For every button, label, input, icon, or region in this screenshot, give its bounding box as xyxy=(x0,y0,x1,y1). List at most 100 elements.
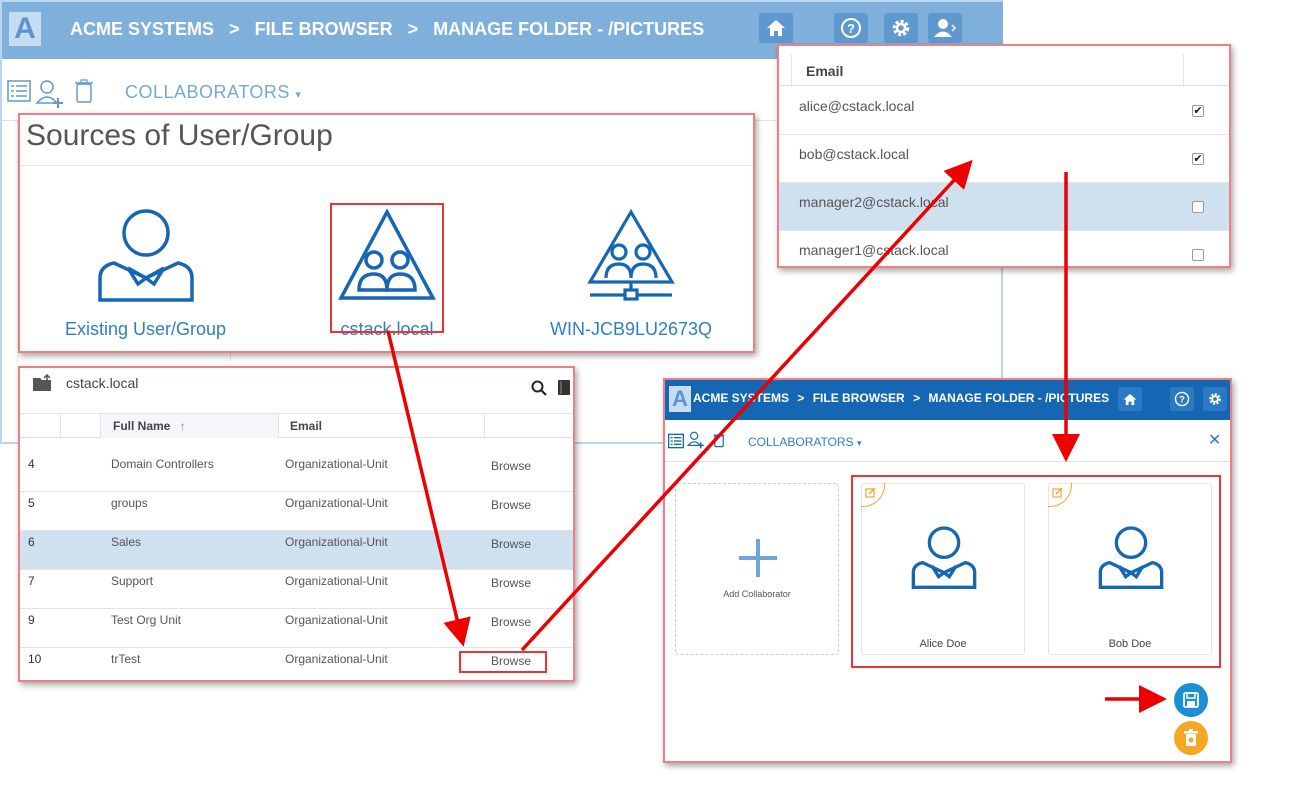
user-icon xyxy=(97,209,194,302)
table-header: Email xyxy=(779,54,1229,86)
row-type: Organizational-Unit xyxy=(285,535,388,549)
add-collaborator-card[interactable]: Add Collaborator xyxy=(675,483,839,655)
browse-link[interactable]: Browse xyxy=(491,459,531,473)
email-column-cell xyxy=(791,54,1184,86)
list-icon[interactable] xyxy=(668,433,684,449)
row-number: 7 xyxy=(28,574,35,588)
row-checkbox[interactable]: ✔ xyxy=(1192,153,1204,165)
breadcrumb-home[interactable]: ACME SYSTEMS xyxy=(693,391,789,405)
plus-icon xyxy=(739,539,777,577)
add-user-icon[interactable] xyxy=(35,79,65,109)
collaborators-dropdown[interactable]: COLLABORATORS ▾ xyxy=(748,435,861,449)
help-button[interactable]: ? xyxy=(834,13,868,43)
column-header-full-name[interactable]: Full Name ↑ xyxy=(113,414,186,438)
app-header: A ACME SYSTEMS > FILE BROWSER > MANAGE F… xyxy=(665,380,1230,420)
row-number: 6 xyxy=(28,535,35,549)
divider xyxy=(100,414,101,438)
gear-icon xyxy=(892,19,910,37)
email-panel: Email alice@cstack.local ✔ bob@cstack.lo… xyxy=(777,44,1231,268)
directory-header: cstack.local xyxy=(20,368,573,414)
row-number: 5 xyxy=(28,496,35,510)
user-profile-icon xyxy=(934,19,957,37)
divider xyxy=(278,414,279,438)
email-value: manager1@cstack.local xyxy=(799,242,949,258)
table-row[interactable]: 4 Domain Controllers Organizational-Unit… xyxy=(20,453,573,492)
column-header-email[interactable]: Email xyxy=(290,414,322,438)
collaborators-dropdown[interactable]: COLLABORATORS ▾ xyxy=(125,82,301,103)
breadcrumb-file-browser[interactable]: FILE BROWSER xyxy=(255,19,393,39)
profile-button[interactable] xyxy=(928,13,962,43)
row-name: Domain Controllers xyxy=(111,457,214,471)
divider xyxy=(484,414,485,438)
help-button[interactable]: ? xyxy=(1170,387,1194,411)
email-row[interactable]: manager1@cstack.local xyxy=(779,231,1229,279)
help-icon: ? xyxy=(841,18,861,38)
trash-icon xyxy=(1184,729,1198,746)
breadcrumb: ACME SYSTEMS > FILE BROWSER > MANAGE FOL… xyxy=(70,19,714,40)
row-name: Support xyxy=(111,574,154,588)
email-row[interactable]: manager2@cstack.local xyxy=(779,183,1229,231)
browse-link[interactable]: Browse xyxy=(491,498,531,512)
search-icon[interactable] xyxy=(531,380,547,396)
save-icon xyxy=(1183,692,1199,708)
breadcrumb-home[interactable]: ACME SYSTEMS xyxy=(70,19,214,39)
sort-asc-icon: ↑ xyxy=(179,419,186,433)
row-checkbox[interactable]: ✔ xyxy=(1192,105,1204,117)
discard-button[interactable] xyxy=(1174,721,1208,755)
email-row[interactable]: bob@cstack.local ✔ xyxy=(779,135,1229,183)
settings-button[interactable] xyxy=(884,13,918,43)
table-row[interactable]: 9 Test Org Unit Organizational-Unit Brow… xyxy=(20,609,573,648)
highlight-box xyxy=(459,651,547,673)
save-button[interactable] xyxy=(1174,683,1208,717)
table-row[interactable]: 7 Support Organizational-Unit Browse xyxy=(20,570,573,609)
browse-link[interactable]: Browse xyxy=(491,576,531,590)
row-name: Test Org Unit xyxy=(111,613,182,627)
add-user-icon[interactable] xyxy=(687,431,705,449)
row-type: Organizational-Unit xyxy=(285,457,388,471)
email-value: alice@cstack.local xyxy=(799,98,915,114)
browse-link[interactable]: Browse xyxy=(491,537,531,551)
breadcrumb-sep: > xyxy=(407,19,419,39)
source-label: Existing User/Group xyxy=(65,319,227,339)
home-button[interactable] xyxy=(759,13,793,43)
book-icon[interactable] xyxy=(557,379,571,396)
breadcrumb-file-browser[interactable]: FILE BROWSER xyxy=(813,391,905,405)
breadcrumb-sep: > xyxy=(913,391,921,405)
home-button[interactable] xyxy=(1118,387,1142,411)
table-row[interactable]: 5 groups Organizational-Unit Browse xyxy=(20,492,573,531)
close-icon[interactable]: ✕ xyxy=(1208,430,1221,450)
list-icon[interactable] xyxy=(7,79,31,103)
row-checkbox[interactable] xyxy=(1192,249,1204,261)
network-group-icon xyxy=(587,208,675,301)
highlight-box xyxy=(330,203,444,333)
home-icon xyxy=(767,20,785,36)
row-type: Organizational-Unit xyxy=(285,496,388,510)
row-type: Organizational-Unit xyxy=(285,613,388,627)
email-column-header[interactable]: Email xyxy=(806,63,843,79)
home-icon xyxy=(1123,393,1137,405)
table-row[interactable]: 6 Sales Organizational-Unit Browse xyxy=(20,531,573,570)
page-title: Sources of User/Group xyxy=(26,119,333,152)
browse-link[interactable]: Browse xyxy=(491,615,531,629)
settings-button[interactable] xyxy=(1203,387,1227,411)
source-existing-user[interactable]: Existing User/Group xyxy=(65,208,226,340)
app-logo: A xyxy=(669,386,691,412)
svg-text:?: ? xyxy=(847,21,855,36)
folder-up-icon[interactable] xyxy=(32,374,54,392)
trash-icon[interactable] xyxy=(713,432,725,448)
divider xyxy=(60,414,61,438)
collaborators-label: COLLABORATORS xyxy=(125,82,290,102)
row-checkbox[interactable] xyxy=(1192,201,1204,213)
gear-icon xyxy=(1209,393,1221,405)
directory-panel: cstack.local Full Name ↑ Email 4 Domain … xyxy=(18,366,575,682)
email-row[interactable]: alice@cstack.local ✔ xyxy=(779,87,1229,135)
source-win-server[interactable]: WIN-JCB9LU2673Q xyxy=(550,208,712,340)
app-logo: A xyxy=(9,12,41,46)
toolbar: COLLABORATORS ▾ ✕ xyxy=(665,420,1230,462)
row-name: groups xyxy=(111,496,148,510)
table-header: Full Name ↑ Email xyxy=(20,414,573,438)
trash-icon[interactable] xyxy=(74,79,94,103)
column-label: Full Name xyxy=(113,419,171,433)
svg-text:?: ? xyxy=(1179,395,1185,406)
source-label: WIN-JCB9LU2673Q xyxy=(550,319,713,339)
